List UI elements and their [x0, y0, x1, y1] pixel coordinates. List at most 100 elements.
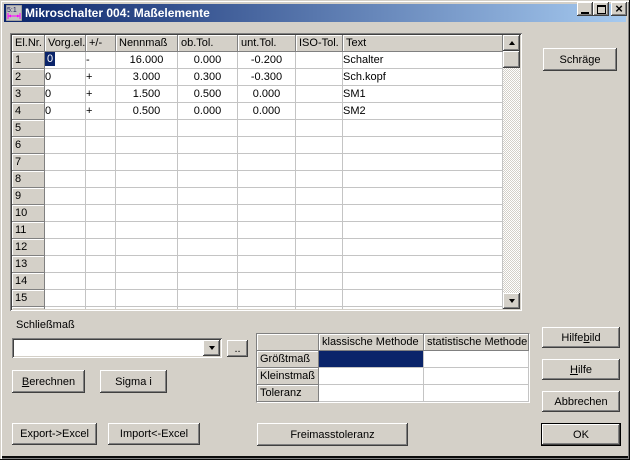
scrollbar-thumb[interactable] — [503, 51, 520, 68]
grid-cell[interactable] — [296, 69, 343, 86]
grid-cell[interactable] — [45, 273, 86, 290]
grid-cell[interactable]: 0 — [45, 69, 86, 86]
grid-cell[interactable] — [296, 256, 343, 273]
toleranz-klassisch-cell[interactable] — [319, 385, 424, 402]
grid-cell[interactable] — [343, 290, 503, 307]
grid-cell[interactable] — [238, 137, 296, 154]
grid-cell[interactable] — [296, 307, 343, 309]
grid-cell[interactable]: 3.000 — [116, 69, 178, 86]
grid-cell[interactable] — [296, 222, 343, 239]
berechnen-button[interactable]: Berechnen — [12, 370, 85, 393]
grid-cell[interactable] — [238, 171, 296, 188]
grid-cell[interactable] — [296, 188, 343, 205]
grid-cell[interactable] — [116, 290, 178, 307]
grid-cell[interactable]: 0 — [45, 86, 86, 103]
grid-cell[interactable] — [86, 256, 116, 273]
grid-cell[interactable] — [238, 222, 296, 239]
grid-cell[interactable]: SM1 — [343, 86, 503, 103]
grid-cell[interactable] — [296, 103, 343, 120]
browse-button[interactable]: .. — [227, 340, 248, 357]
freimasstoleranz-button[interactable]: Freimasstoleranz — [257, 423, 408, 446]
grid-cell[interactable] — [45, 154, 86, 171]
combobox-dropdown-button[interactable] — [203, 340, 220, 356]
grid-cell[interactable] — [86, 273, 116, 290]
grid-cell[interactable] — [343, 205, 503, 222]
grid-cell[interactable] — [86, 205, 116, 222]
grid-cell[interactable] — [296, 239, 343, 256]
grid-cell[interactable]: 1.500 — [116, 86, 178, 103]
grid-cell[interactable] — [86, 239, 116, 256]
grid-cell[interactable]: -0.300 — [238, 69, 296, 86]
grid-cell[interactable] — [116, 239, 178, 256]
grid-cell[interactable]: + — [86, 86, 116, 103]
grid-cell[interactable] — [178, 154, 238, 171]
import-excel-button[interactable]: Import<-Excel — [108, 423, 200, 445]
grid-cell[interactable] — [45, 120, 86, 137]
grid-cell[interactable] — [45, 137, 86, 154]
export-excel-button[interactable]: Export->Excel — [12, 423, 97, 445]
grid-cell[interactable]: - — [86, 52, 116, 69]
maximize-button[interactable] — [593, 2, 609, 16]
grid-cell[interactable] — [116, 256, 178, 273]
grid-cell[interactable] — [86, 137, 116, 154]
title-bar[interactable]: 5:1 Mikroschalter 004: Maßelemente — [4, 4, 626, 22]
schliessmass-combobox[interactable] — [12, 338, 222, 358]
sigma-i-button[interactable]: Sigma i — [100, 370, 167, 393]
grid-cell[interactable] — [238, 239, 296, 256]
grid-cell[interactable] — [86, 120, 116, 137]
grid-cell[interactable] — [116, 120, 178, 137]
grid-cell[interactable]: 0.000 — [238, 86, 296, 103]
grid-cell[interactable]: -0.200 — [238, 52, 296, 69]
grid-cell[interactable] — [116, 171, 178, 188]
grid-cell[interactable] — [178, 273, 238, 290]
grid-cell[interactable] — [116, 222, 178, 239]
kleinstmass-statistisch-cell[interactable] — [424, 368, 529, 385]
scroll-up-button[interactable] — [503, 35, 520, 51]
grid-cell[interactable] — [238, 273, 296, 290]
grid-cell[interactable]: 0.000 — [178, 103, 238, 120]
grid-cell[interactable] — [178, 137, 238, 154]
grid-cell[interactable]: 16.000 — [116, 52, 178, 69]
grid-cell[interactable] — [86, 171, 116, 188]
grid-cell[interactable]: 0.500 — [178, 86, 238, 103]
grid-cell[interactable] — [178, 256, 238, 273]
grid-cell[interactable]: 0 — [45, 52, 86, 69]
grid-cell[interactable] — [296, 137, 343, 154]
grid-cell[interactable] — [343, 120, 503, 137]
grid-cell[interactable] — [238, 120, 296, 137]
grid-cell[interactable] — [343, 222, 503, 239]
grid-cell[interactable] — [45, 171, 86, 188]
groesstmass-klassisch-cell[interactable] — [319, 351, 424, 368]
toleranz-statistisch-cell[interactable] — [424, 385, 529, 402]
grid-cell[interactable] — [45, 307, 86, 309]
close-button[interactable]: × — [611, 2, 627, 16]
grid-cell[interactable]: SM2 — [343, 103, 503, 120]
hilfebild-button[interactable]: Hilfebild — [542, 327, 620, 348]
grid-cell[interactable]: Schalter — [343, 52, 503, 69]
grid-cell[interactable] — [296, 120, 343, 137]
grid-cell[interactable] — [296, 290, 343, 307]
grid-cell[interactable] — [45, 290, 86, 307]
grid-cell[interactable]: + — [86, 103, 116, 120]
grid-cell[interactable] — [238, 154, 296, 171]
grid-cell[interactable] — [116, 273, 178, 290]
grid-cell[interactable] — [343, 307, 503, 309]
schraege-button[interactable]: Schräge — [543, 48, 617, 71]
grid-cell[interactable] — [296, 52, 343, 69]
grid-cell[interactable] — [178, 120, 238, 137]
grid-cell[interactable] — [343, 188, 503, 205]
grid-cell[interactable] — [296, 205, 343, 222]
grid-cell[interactable] — [86, 307, 116, 309]
grid-cell[interactable] — [296, 154, 343, 171]
minimize-button[interactable] — [577, 2, 593, 16]
hilfe-button[interactable]: Hilfe — [542, 359, 620, 380]
grid-cell[interactable] — [45, 239, 86, 256]
grid-cell[interactable] — [343, 154, 503, 171]
grid-cell[interactable] — [178, 307, 238, 309]
grid-cell[interactable] — [86, 290, 116, 307]
abbrechen-button[interactable]: Abbrechen — [542, 391, 620, 412]
grid-cell[interactable] — [238, 205, 296, 222]
grid-cell[interactable] — [343, 256, 503, 273]
groesstmass-statistisch-cell[interactable] — [424, 351, 529, 368]
grid-cell[interactable] — [343, 137, 503, 154]
